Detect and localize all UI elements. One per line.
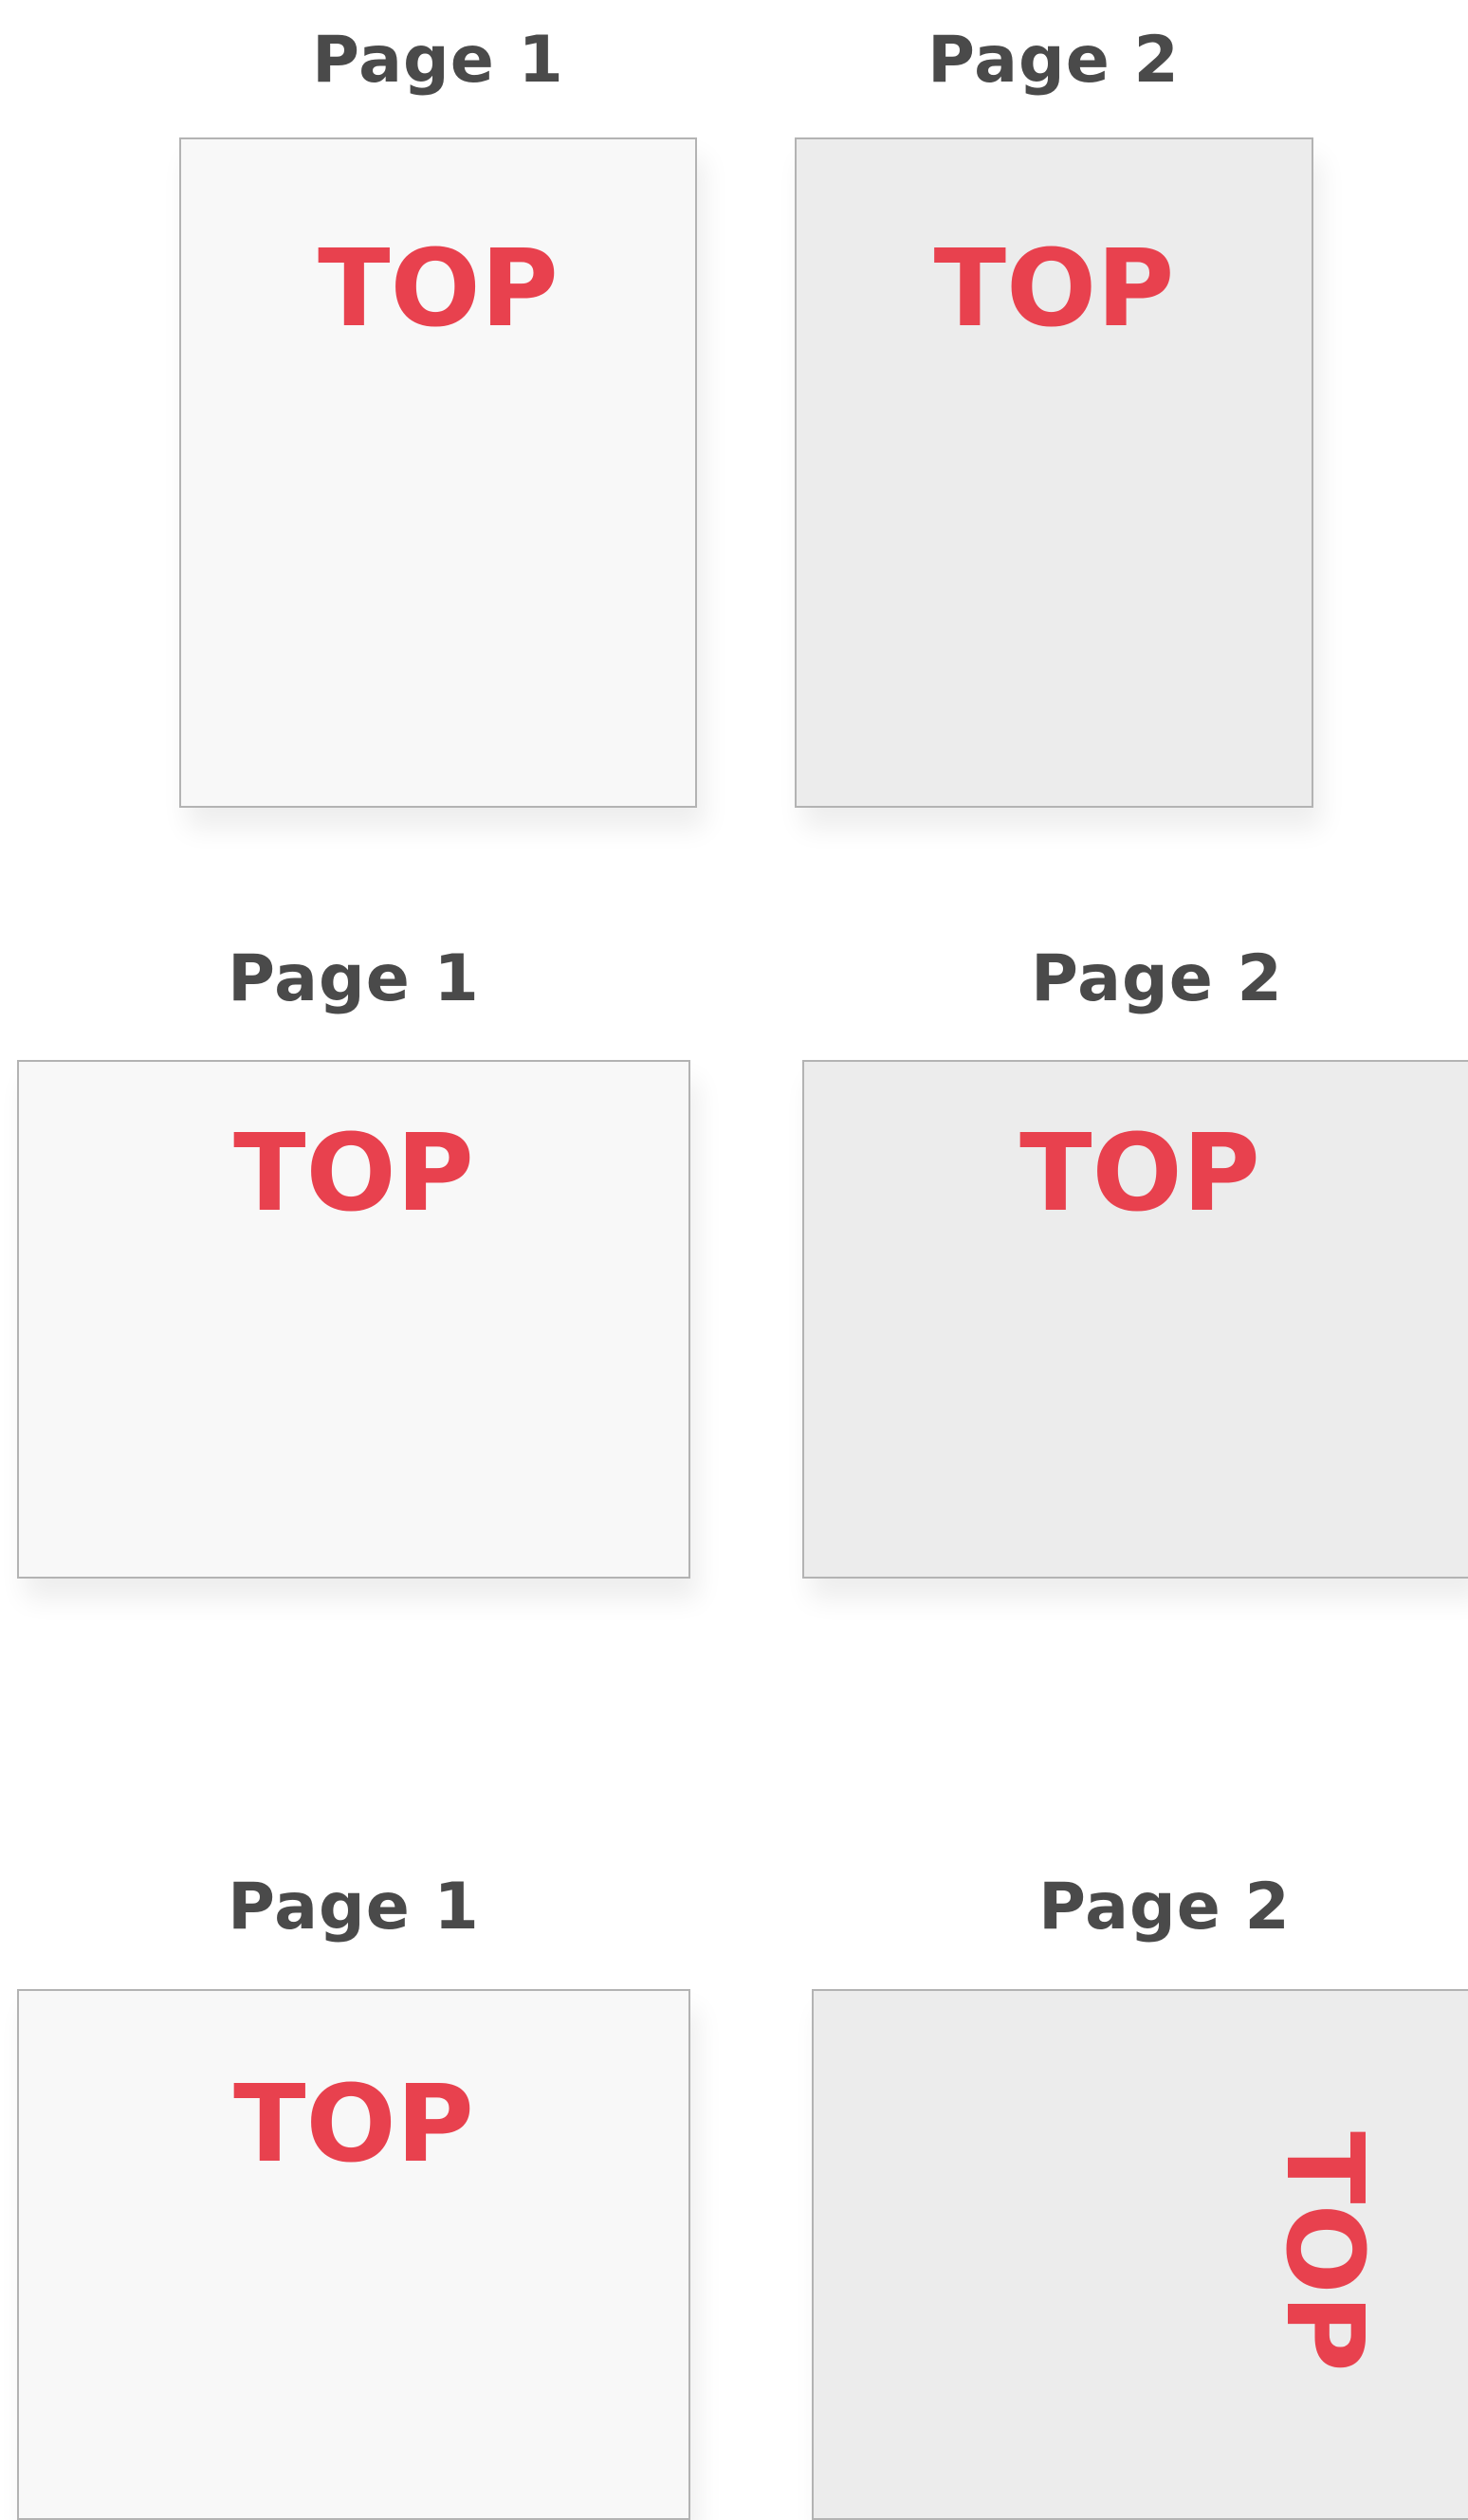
row3-page2-top-text-rotated: TOP [1262,2131,1385,2372]
row2-page2-label: Page 2 [1031,941,1283,1016]
row1-page2-label: Page 2 [927,23,1180,98]
row3-page1-top-text: TOP [233,2063,474,2186]
row1-page2-sheet: TOP [795,137,1313,808]
row2-page1-sheet: TOP [17,1060,690,1579]
row2-page2-sheet: TOP [802,1060,1468,1579]
row1-page1-top-text: TOP [318,228,559,351]
row3-page1-sheet: TOP [17,1989,690,2520]
row2-page1-top-text: TOP [233,1112,474,1235]
row2-page2-top-text: TOP [1019,1112,1260,1235]
row3-page1-label: Page 1 [228,1870,480,1945]
row1-page1-sheet: TOP [179,137,697,808]
row2-page1-label: Page 1 [228,941,480,1016]
row1-page2-top-text: TOP [933,228,1175,351]
row3-page2-sheet: TOP [812,1989,1468,2520]
row1-page1-label: Page 1 [312,23,564,98]
row3-page2-label: Page 2 [1038,1870,1291,1945]
